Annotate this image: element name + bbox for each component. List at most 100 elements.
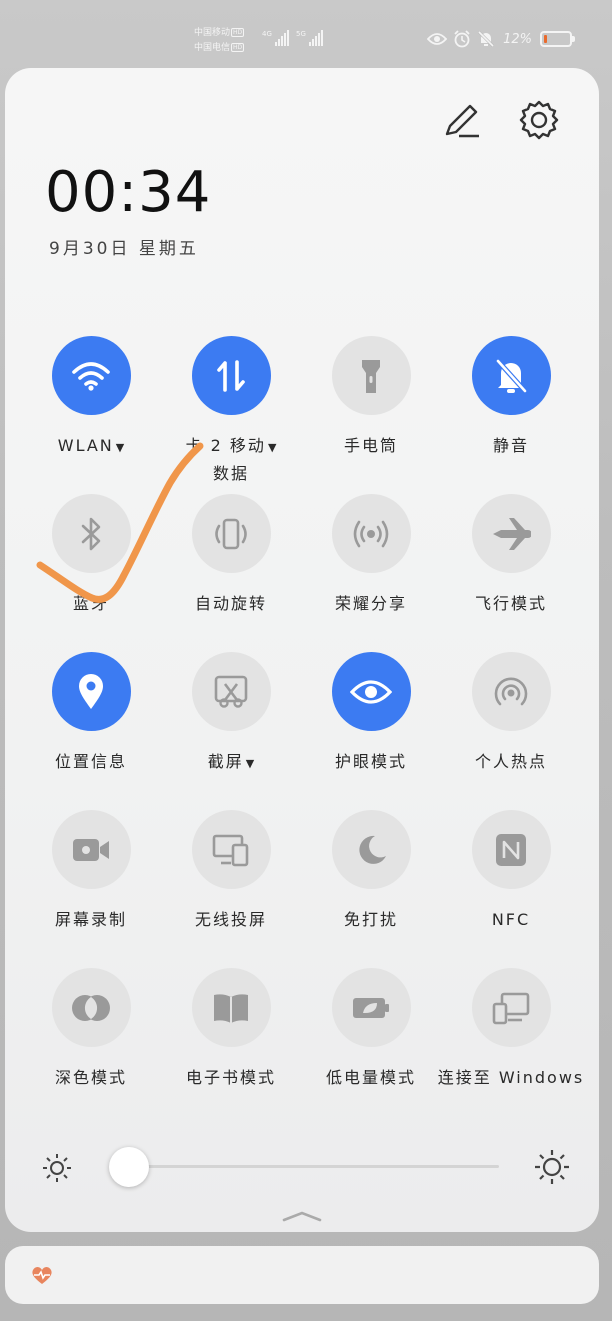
tile-toggle-button[interactable]: [51, 336, 131, 415]
tile-label: 蓝牙: [73, 591, 109, 617]
sun-large-icon: [533, 1148, 571, 1190]
tile-label: 个人热点: [475, 749, 547, 775]
tile-toggle-button[interactable]: [471, 652, 551, 731]
tile-label: 荣耀分享: [335, 591, 407, 617]
edit-button[interactable]: [439, 100, 483, 144]
tile-connect-pc[interactable]: 连接至 Windows: [438, 968, 582, 1091]
tile-toggle-button[interactable]: [471, 494, 551, 573]
tile-wifi[interactable]: WLAN ▼: [21, 336, 161, 461]
battery-fill: [544, 35, 547, 43]
tile-label-text: 荣耀分享: [334, 594, 407, 613]
dropdown-caret-icon[interactable]: ▼: [116, 441, 124, 454]
alarm-status-icon: [453, 30, 471, 48]
settings-button[interactable]: [517, 100, 561, 144]
tile-label-text: 深色模式: [54, 1068, 127, 1087]
battery-percent: 12%: [503, 31, 532, 47]
heart-pulse-icon: [31, 1265, 53, 1289]
tile-toggle-button[interactable]: [331, 336, 411, 415]
tile-battery-leaf[interactable]: 低电量模式: [301, 968, 441, 1091]
brightness-thumb[interactable]: [109, 1147, 149, 1187]
tile-video-camera[interactable]: 屏幕录制: [21, 810, 161, 933]
date-text: 9月30日 星期五: [49, 239, 199, 259]
tile-dark-mode[interactable]: 深色模式: [21, 968, 161, 1091]
share-signal-icon: [351, 517, 391, 551]
tile-label: 手电筒: [344, 433, 398, 459]
tile-label: 低电量模式: [326, 1065, 416, 1091]
tile-label: 截屏 ▼: [208, 749, 254, 777]
tile-label: 自动旋转: [195, 591, 267, 617]
tile-bell-off[interactable]: 静音: [441, 336, 581, 459]
tile-toggle-button[interactable]: [51, 494, 131, 573]
dropdown-caret-icon[interactable]: ▼: [246, 757, 254, 770]
network-type-2: 5G: [296, 30, 306, 38]
pencil-icon: [441, 100, 481, 144]
carrier-info: 中国移动 HD 中国电信 HD: [194, 26, 245, 56]
brightness-track[interactable]: [129, 1165, 499, 1168]
tile-toggle-button[interactable]: [51, 968, 131, 1047]
tile-toggle-button[interactable]: [331, 652, 411, 731]
tile-toggle-button[interactable]: [471, 810, 551, 889]
tile-label: 静音: [493, 433, 529, 459]
mobile-data-icon: [216, 358, 246, 394]
airplane-icon: [491, 516, 531, 552]
tile-hotspot[interactable]: 个人热点: [441, 652, 581, 775]
tile-mobile-data[interactable]: 卡 2 移动 ▼ 数据: [161, 336, 301, 487]
moon-icon: [353, 832, 389, 868]
tile-toggle-button[interactable]: [191, 652, 271, 731]
brightness-slider[interactable]: [41, 1146, 571, 1188]
status-bar: 中国移动 HD 中国电信 HD 4G 5G 12%: [0, 0, 612, 68]
tile-screenshot[interactable]: 截屏 ▼: [161, 652, 301, 777]
tile-label: 电子书模式: [186, 1065, 276, 1091]
tile-location-pin[interactable]: 位置信息: [21, 652, 161, 775]
notification-card[interactable]: [5, 1246, 599, 1304]
tile-toggle-button[interactable]: [331, 968, 411, 1047]
gear-icon: [518, 99, 560, 145]
book-icon: [211, 991, 251, 1025]
tile-eye[interactable]: 护眼模式: [301, 652, 441, 775]
bluetooth-icon: [79, 516, 103, 552]
dropdown-caret-icon[interactable]: ▼: [268, 441, 276, 454]
tile-book[interactable]: 电子书模式: [161, 968, 301, 1091]
sun-small-icon: [41, 1152, 73, 1188]
clock-time: 00:34: [45, 160, 212, 225]
tile-airplane[interactable]: 飞行模式: [441, 494, 581, 617]
tile-label: NFC: [492, 907, 530, 933]
location-pin-icon: [77, 673, 105, 711]
tile-rotate[interactable]: 自动旋转: [161, 494, 301, 617]
tile-label: 连接至 Windows: [438, 1065, 585, 1091]
tile-toggle-button[interactable]: [191, 810, 271, 889]
tile-share-signal[interactable]: 荣耀分享: [301, 494, 441, 617]
tile-toggle-button[interactable]: [191, 494, 271, 573]
signal-strength-2: 5G: [296, 30, 323, 46]
tile-label-text: 连接至 Windows: [437, 1068, 585, 1087]
hd-badge-2: HD: [231, 43, 245, 52]
tile-label-text: 电子书模式: [185, 1068, 276, 1087]
tile-label-text: 手电筒: [343, 436, 398, 455]
tile-toggle-button[interactable]: [471, 336, 551, 415]
tile-label-text: 卡 2 移动: [185, 436, 266, 455]
network-type-1: 4G: [262, 30, 272, 38]
collapse-handle[interactable]: [282, 1208, 322, 1224]
tile-flashlight[interactable]: 手电筒: [301, 336, 441, 459]
nfc-icon: [494, 832, 528, 868]
tile-toggle-button[interactable]: [331, 810, 411, 889]
tile-label-text: 免打扰: [343, 910, 398, 929]
tile-label-text: NFC: [491, 910, 531, 929]
tile-label: 屏幕录制: [55, 907, 127, 933]
tile-label-text: 位置信息: [54, 752, 127, 771]
tile-bluetooth[interactable]: 蓝牙: [21, 494, 161, 617]
hd-badge-1: HD: [231, 28, 245, 37]
tile-toggle-button[interactable]: [51, 810, 131, 889]
tile-toggle-button[interactable]: [331, 494, 411, 573]
tile-label-text: 低电量模式: [325, 1068, 416, 1087]
tile-toggle-button[interactable]: [191, 336, 271, 415]
tile-label: 位置信息: [55, 749, 127, 775]
tile-toggle-button[interactable]: [191, 968, 271, 1047]
tile-label: 飞行模式: [475, 591, 547, 617]
tile-moon[interactable]: 免打扰: [301, 810, 441, 933]
tile-nfc[interactable]: NFC: [441, 810, 581, 933]
eye-icon: [350, 678, 392, 706]
tile-toggle-button[interactable]: [51, 652, 131, 731]
tile-toggle-button[interactable]: [471, 968, 551, 1047]
tile-cast-devices[interactable]: 无线投屏: [161, 810, 301, 933]
